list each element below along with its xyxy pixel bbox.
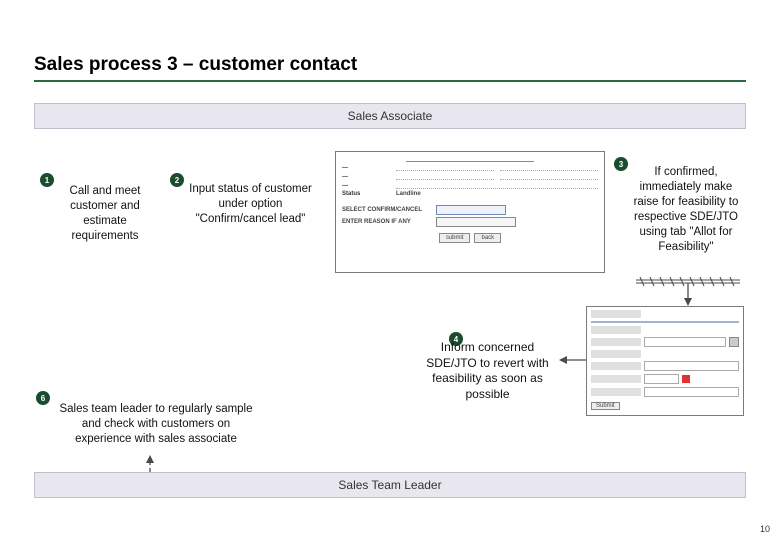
form1-reason-input[interactable] xyxy=(436,217,516,227)
form2-input-4[interactable] xyxy=(644,387,739,397)
form1-status-value: Landline xyxy=(396,191,421,197)
page-title: Sales process 3 – customer contact xyxy=(34,54,357,76)
form1-submit-button[interactable]: submit xyxy=(439,233,471,243)
step-badge-6: 6 xyxy=(36,391,50,405)
flag-icon xyxy=(682,375,690,383)
step-1-text: Call and meet customer and estimate requ… xyxy=(50,184,160,244)
step-6-text: Sales team leader to regularly sample an… xyxy=(56,402,256,447)
page-number: 10 xyxy=(760,524,770,534)
form1-status-label: Status xyxy=(342,191,390,197)
form2-input-1[interactable] xyxy=(644,337,726,347)
form2-dd-1[interactable] xyxy=(729,337,739,347)
form2-input-3[interactable] xyxy=(644,374,679,384)
form2-input-2[interactable] xyxy=(644,361,739,371)
form1-confirm-label: SELECT CONFIRM/CANCEL xyxy=(342,207,430,213)
form1-reason-label: ENTER REASON IF ANY xyxy=(342,219,430,225)
form-screenshot-2: Submit xyxy=(586,306,744,416)
form1-back-button[interactable]: back xyxy=(474,233,501,243)
role-band-top: Sales Associate xyxy=(34,103,746,129)
title-underline xyxy=(34,80,746,82)
form-screenshot-1: — — — StatusLandline SELECT CONFIRM/CANC… xyxy=(335,151,605,273)
step-4-text: Inform concerned SDE/JTO to revert with … xyxy=(415,340,560,402)
step-3-text: If confirmed, immediately make raise for… xyxy=(626,165,746,255)
step-2-text: Input status of customer under option "C… xyxy=(178,182,323,227)
role-band-bottom: Sales Team Leader xyxy=(34,472,746,498)
form1-confirm-dropdown[interactable] xyxy=(436,205,506,215)
form2-submit-button[interactable]: Submit xyxy=(591,402,620,410)
